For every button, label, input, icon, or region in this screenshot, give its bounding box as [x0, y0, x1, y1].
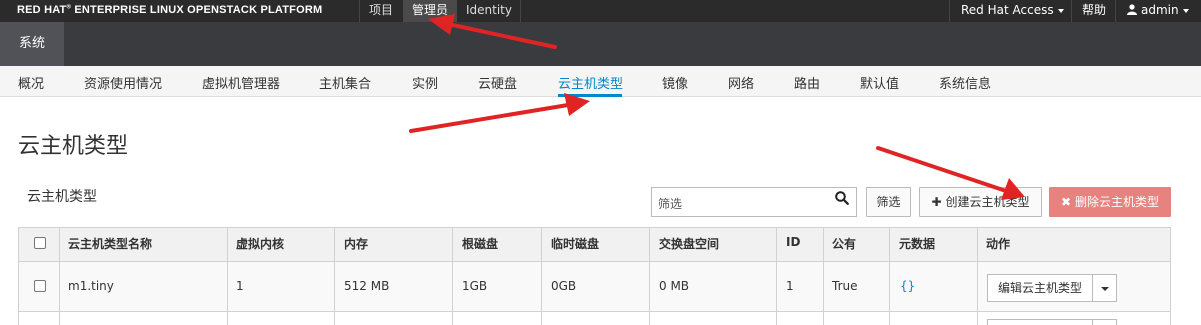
- subnav-flavors[interactable]: 云主机类型: [558, 73, 623, 92]
- subnav-hypervisors[interactable]: 虚拟机管理器: [202, 73, 280, 92]
- cell-public: True: [832, 279, 858, 293]
- column-divider: [452, 227, 453, 325]
- dashboard-bar: 系统: [0, 22, 1201, 66]
- caret-down-icon: [1182, 8, 1189, 13]
- subnav-system-info[interactable]: 系统信息: [939, 73, 991, 92]
- column-divider: [977, 227, 978, 325]
- top-navbar: RED HAT® ENTERPRISE LINUX OPENSTACK PLAT…: [0, 0, 1201, 22]
- column-header-actions: 动作: [986, 237, 1011, 251]
- cell-id: 1: [786, 279, 794, 293]
- subnav-resource-usage[interactable]: 资源使用情况: [84, 73, 162, 92]
- column-header-public[interactable]: 公有: [832, 235, 856, 252]
- cell-ram: 512 MB: [344, 279, 390, 293]
- search-icon[interactable]: [834, 190, 850, 206]
- flavors-table: 云主机类型名称 虚拟内核 内存 根磁盘 临时磁盘 交换盘空间 ID 公有 元数据…: [18, 227, 1171, 325]
- divider: [520, 0, 521, 22]
- create-flavor-button[interactable]: ✚ 创建云主机类型: [919, 187, 1042, 217]
- column-header-id[interactable]: ID: [786, 235, 800, 249]
- column-divider: [59, 227, 60, 325]
- brand-logo[interactable]: RED HAT® ENTERPRISE LINUX OPENSTACK PLAT…: [17, 4, 322, 16]
- help-link[interactable]: 帮助: [1082, 0, 1106, 22]
- annotation-arrow: [409, 93, 590, 133]
- column-header-swap[interactable]: 交换盘空间: [659, 235, 719, 252]
- filter-button[interactable]: 筛选: [866, 187, 911, 217]
- subnav-overview[interactable]: 概况: [18, 73, 44, 92]
- red-hat-access-menu[interactable]: Red Hat Access: [961, 0, 1064, 22]
- row-actions-dropdown[interactable]: [1092, 319, 1117, 325]
- subnav-instances[interactable]: 实例: [412, 73, 438, 92]
- table-title: 云主机类型: [27, 189, 97, 205]
- brand-text: RED HAT: [17, 4, 67, 16]
- cell-ephemeral-disk: 0GB: [551, 279, 577, 293]
- column-divider: [334, 227, 335, 325]
- column-header-root-disk[interactable]: 根磁盘: [462, 235, 498, 252]
- divider: [1071, 0, 1072, 22]
- column-divider: [649, 227, 650, 325]
- sub-navigation: 概况 资源使用情况 虚拟机管理器 主机集合 实例 云硬盘 云主机类型 镜像 网络…: [0, 66, 1201, 97]
- edit-flavor-button[interactable]: 编辑云主机类型: [987, 274, 1093, 302]
- subnav-images[interactable]: 镜像: [662, 73, 688, 92]
- column-header-metadata[interactable]: 元数据: [899, 235, 935, 252]
- delete-flavors-button[interactable]: ✖ 删除云主机类型: [1049, 187, 1171, 217]
- select-all-checkbox[interactable]: [34, 237, 46, 249]
- row-actions-dropdown[interactable]: [1092, 274, 1117, 302]
- topnav-admin[interactable]: 管理员: [403, 0, 457, 22]
- caret-down-icon: [1057, 8, 1064, 13]
- subnav-volumes[interactable]: 云硬盘: [478, 73, 517, 92]
- row-checkbox[interactable]: [34, 280, 46, 292]
- cell-root-disk: 1GB: [462, 279, 488, 293]
- caret-down-icon: [1101, 287, 1109, 291]
- user-menu[interactable]: admin: [1127, 0, 1189, 22]
- subnav-routers[interactable]: 路由: [794, 73, 820, 92]
- red-hat-access-label: Red Hat Access: [961, 3, 1054, 17]
- topnav-project[interactable]: 项目: [360, 0, 402, 22]
- column-divider: [541, 227, 542, 325]
- times-icon: ✖: [1060, 195, 1072, 209]
- metadata-link[interactable]: {}: [900, 279, 915, 293]
- column-divider: [889, 227, 890, 325]
- subnav-defaults[interactable]: 默认值: [860, 73, 899, 92]
- subnav-networks[interactable]: 网络: [728, 73, 754, 92]
- tab-system[interactable]: 系统: [0, 22, 64, 66]
- column-divider: [776, 227, 777, 325]
- edit-flavor-button[interactable]: [987, 319, 1093, 325]
- create-flavor-label: 创建云主机类型: [945, 195, 1030, 209]
- divider: [949, 0, 950, 22]
- plus-icon: ✚: [931, 195, 942, 209]
- delete-flavors-label: 删除云主机类型: [1075, 195, 1160, 209]
- divider: [1115, 0, 1116, 22]
- column-header-name[interactable]: 云主机类型名称: [68, 235, 152, 252]
- filter-input[interactable]: [652, 188, 856, 216]
- topnav-identity[interactable]: Identity: [458, 0, 520, 22]
- brand-text-rest: ENTERPRISE LINUX OPENSTACK PLATFORM: [71, 4, 323, 16]
- column-header-ram[interactable]: 内存: [344, 235, 368, 252]
- active-tab-indicator: [558, 94, 622, 97]
- filter-box: [651, 187, 857, 217]
- user-icon: [1127, 4, 1137, 15]
- column-divider: [227, 227, 228, 325]
- page-title: 云主机类型: [18, 134, 129, 159]
- cell-name: m1.tiny: [68, 279, 114, 293]
- subnav-host-aggregates[interactable]: 主机集合: [319, 73, 371, 92]
- user-label: admin: [1141, 3, 1179, 17]
- column-divider: [823, 227, 824, 325]
- cell-vcpus: 1: [236, 279, 244, 293]
- column-header-ephemeral-disk[interactable]: 临时磁盘: [551, 235, 599, 252]
- column-header-vcpus[interactable]: 虚拟内核: [236, 235, 284, 252]
- cell-swap: 0 MB: [659, 279, 690, 293]
